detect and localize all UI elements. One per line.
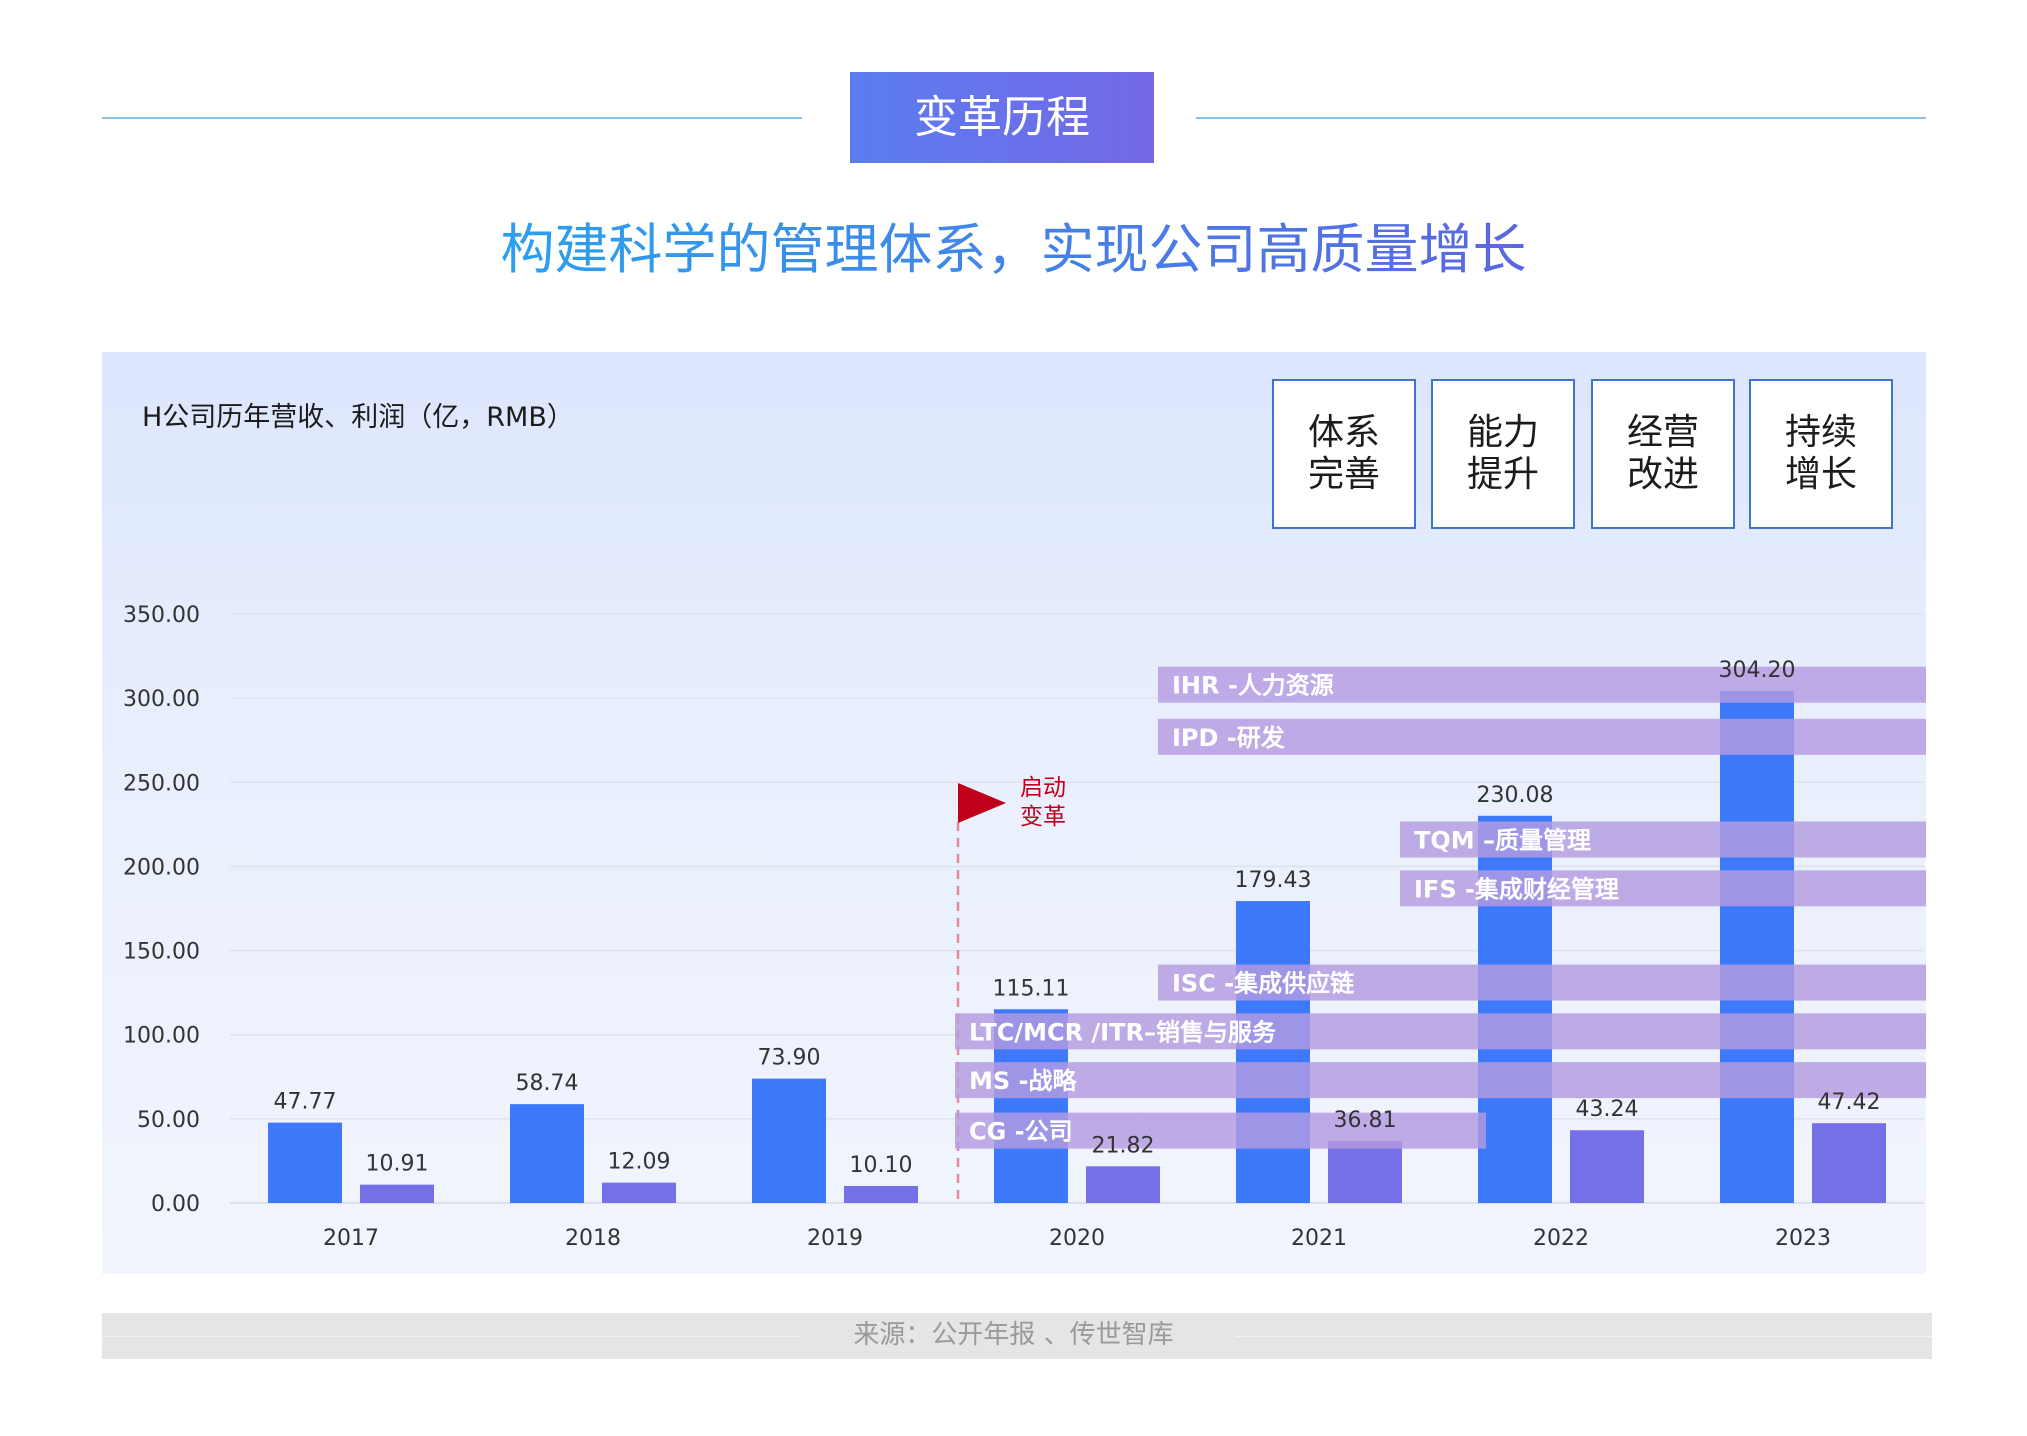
profit-value-label: 36.81 — [1334, 1108, 1397, 1133]
y-tick-label: 50.00 — [137, 1108, 200, 1133]
profit-value-label: 47.42 — [1818, 1090, 1881, 1115]
y-tick-label: 350.00 — [123, 603, 200, 628]
y-tick-label: 250.00 — [123, 771, 200, 796]
revenue-bar — [1236, 901, 1310, 1203]
y-tick-label: 0.00 — [151, 1192, 200, 1217]
milestone-label: 变革 — [1020, 804, 1066, 830]
revenue-value-label: 230.08 — [1477, 783, 1554, 808]
revenue-value-label: 58.74 — [516, 1071, 579, 1096]
revenue-bar — [752, 1078, 826, 1203]
revenue-bar — [510, 1104, 584, 1203]
milestone-flag-icon — [958, 783, 1006, 823]
profit-value-label: 10.91 — [366, 1152, 429, 1177]
source-text: 来源：公开年报 、传世智库 — [833, 1320, 1194, 1350]
y-tick-label: 150.00 — [123, 940, 200, 965]
profit-value-label: 10.10 — [850, 1153, 913, 1178]
source-note: 来源：公开年报 、传世智库 — [0, 1317, 2027, 1353]
x-tick-label: 2022 — [1533, 1226, 1589, 1251]
process-band — [955, 1062, 1926, 1099]
profit-value-label: 43.24 — [1576, 1097, 1639, 1122]
profit-bar — [1812, 1123, 1886, 1203]
revenue-value-label: 179.43 — [1235, 868, 1312, 893]
revenue-value-label: 304.20 — [1719, 658, 1796, 683]
x-tick-label: 2018 — [565, 1226, 621, 1251]
profit-bar — [1328, 1141, 1402, 1203]
profit-bar — [360, 1184, 434, 1203]
milestone-label: 启动 — [1020, 775, 1066, 801]
x-tick-label: 2019 — [807, 1226, 863, 1251]
x-tick-label: 2017 — [323, 1226, 379, 1251]
profit-bar — [1086, 1166, 1160, 1203]
process-band-label: TQM –质量管理 — [1414, 827, 1591, 855]
process-band-label: LTC/MCR /ITR–销售与服务 — [969, 1018, 1277, 1046]
revenue-value-label: 73.90 — [758, 1046, 821, 1071]
process-band-label: IHR -人力资源 — [1172, 672, 1334, 700]
profit-bar — [844, 1186, 918, 1203]
profit-value-label: 12.09 — [608, 1150, 671, 1175]
revenue-bar — [268, 1122, 342, 1203]
process-band-label: IFS -集成财经管理 — [1414, 875, 1619, 903]
profit-bar — [1570, 1130, 1644, 1203]
profit-value-label: 21.82 — [1092, 1133, 1155, 1158]
process-band-label: IPD -研发 — [1172, 724, 1285, 752]
x-tick-label: 2020 — [1049, 1226, 1105, 1251]
profit-bar — [602, 1182, 676, 1203]
y-tick-label: 300.00 — [123, 687, 200, 712]
x-tick-label: 2021 — [1291, 1226, 1347, 1251]
x-tick-label: 2023 — [1775, 1226, 1831, 1251]
y-tick-label: 200.00 — [123, 855, 200, 880]
revenue-bar — [1720, 691, 1794, 1203]
revenue-value-label: 115.11 — [993, 976, 1070, 1001]
process-band-label: ISC -集成供应链 — [1172, 970, 1355, 998]
revenue-value-label: 47.77 — [274, 1090, 337, 1115]
process-band-label: MS -战略 — [969, 1067, 1077, 1095]
process-band-label: CG -公司 — [969, 1118, 1073, 1146]
y-tick-label: 100.00 — [123, 1024, 200, 1049]
bar-chart: 0.00 50.00 100.00 150.00 200.00 250.00 300.00 3… — [123, 603, 1926, 1251]
